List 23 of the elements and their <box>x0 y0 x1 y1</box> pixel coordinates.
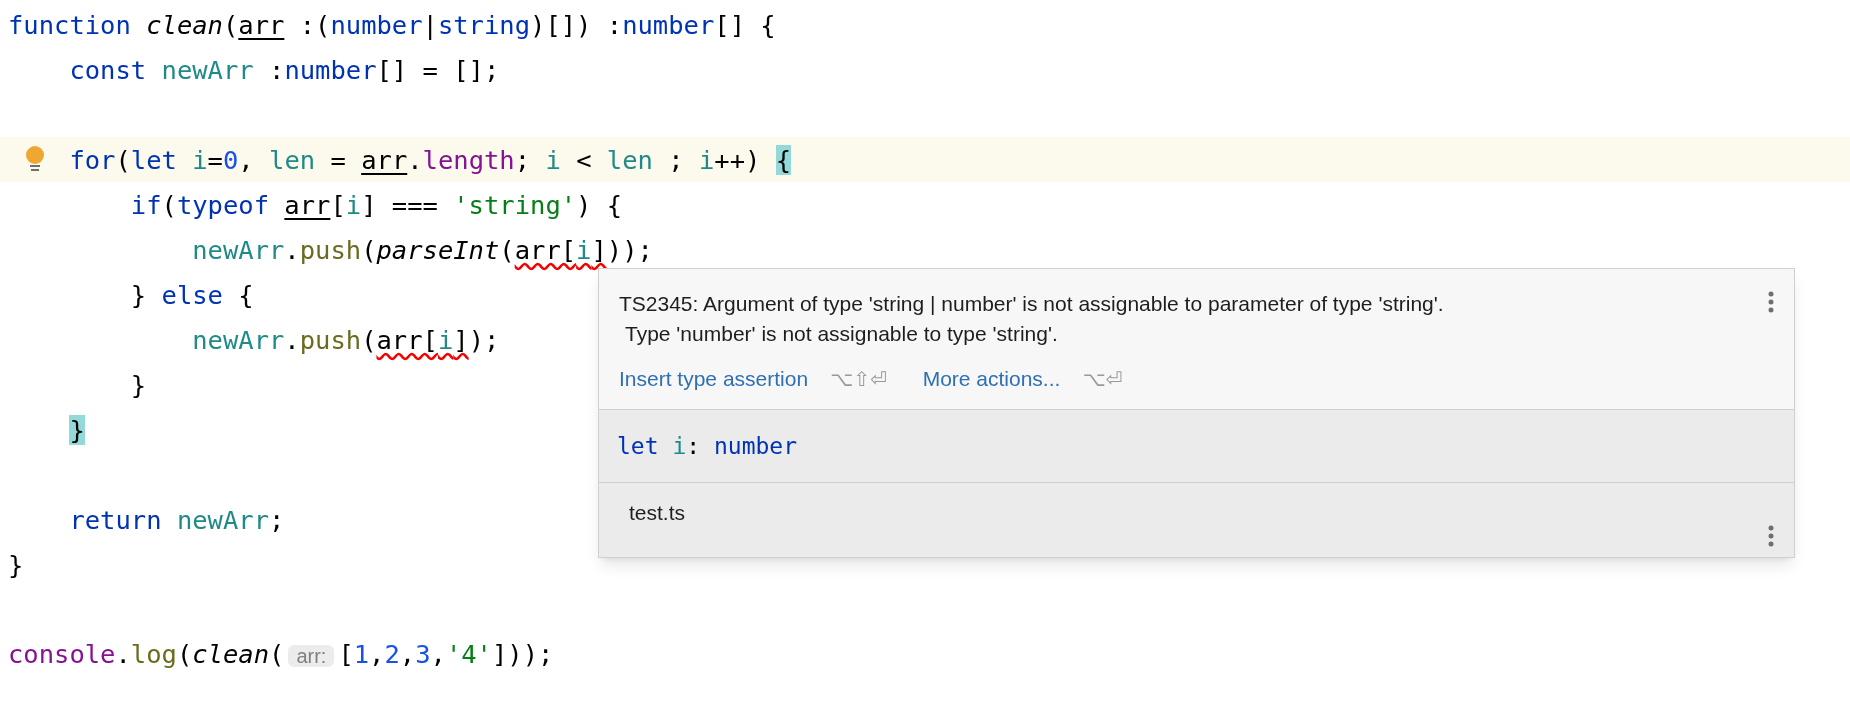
code-line: if(typeof arr[i] === 'string') { <box>129 188 623 221</box>
code-line: console.log(clean( arr: [1,2,3,'4'])); <box>8 637 554 671</box>
code-line: for(let i=0, len = arr.length; i < len ; i++) { <box>68 143 792 176</box>
file-name: test.ts <box>629 499 687 526</box>
code-line: const newArr :number[] = []; <box>68 53 500 86</box>
parameter-hint: arr: <box>288 644 335 667</box>
more-options-icon[interactable] <box>1768 291 1774 313</box>
code-line: newArr.push(arr[i]); <box>191 323 500 356</box>
lightbulb-icon[interactable] <box>24 145 46 173</box>
declaration-code: let i: number <box>617 431 799 461</box>
code-line: } <box>129 368 147 401</box>
code-line: newArr.push(parseInt(arr[i])); <box>191 233 653 266</box>
shortcut-hint: ⌥⇧⏎ <box>830 365 887 393</box>
error-message: Type 'number' is not assignable to type 'string'. <box>624 321 1059 347</box>
more-options-icon[interactable] <box>1768 524 1774 547</box>
shortcut-hint: ⌥⏎ <box>1082 365 1123 393</box>
code-line: } <box>8 548 24 581</box>
code-line: } else { <box>129 278 254 311</box>
quick-fix-link[interactable]: More actions... <box>922 363 1061 395</box>
quick-fix-link[interactable]: Insert type assertion <box>619 363 809 395</box>
code-line: function clean(arr :(number|string)[]) :number[] { <box>8 8 776 41</box>
error-message: TS2345: Argument of type 'string | number' is not assignable to parameter of type 'string'. <box>619 291 1445 317</box>
code-line: return newArr; <box>68 503 285 536</box>
